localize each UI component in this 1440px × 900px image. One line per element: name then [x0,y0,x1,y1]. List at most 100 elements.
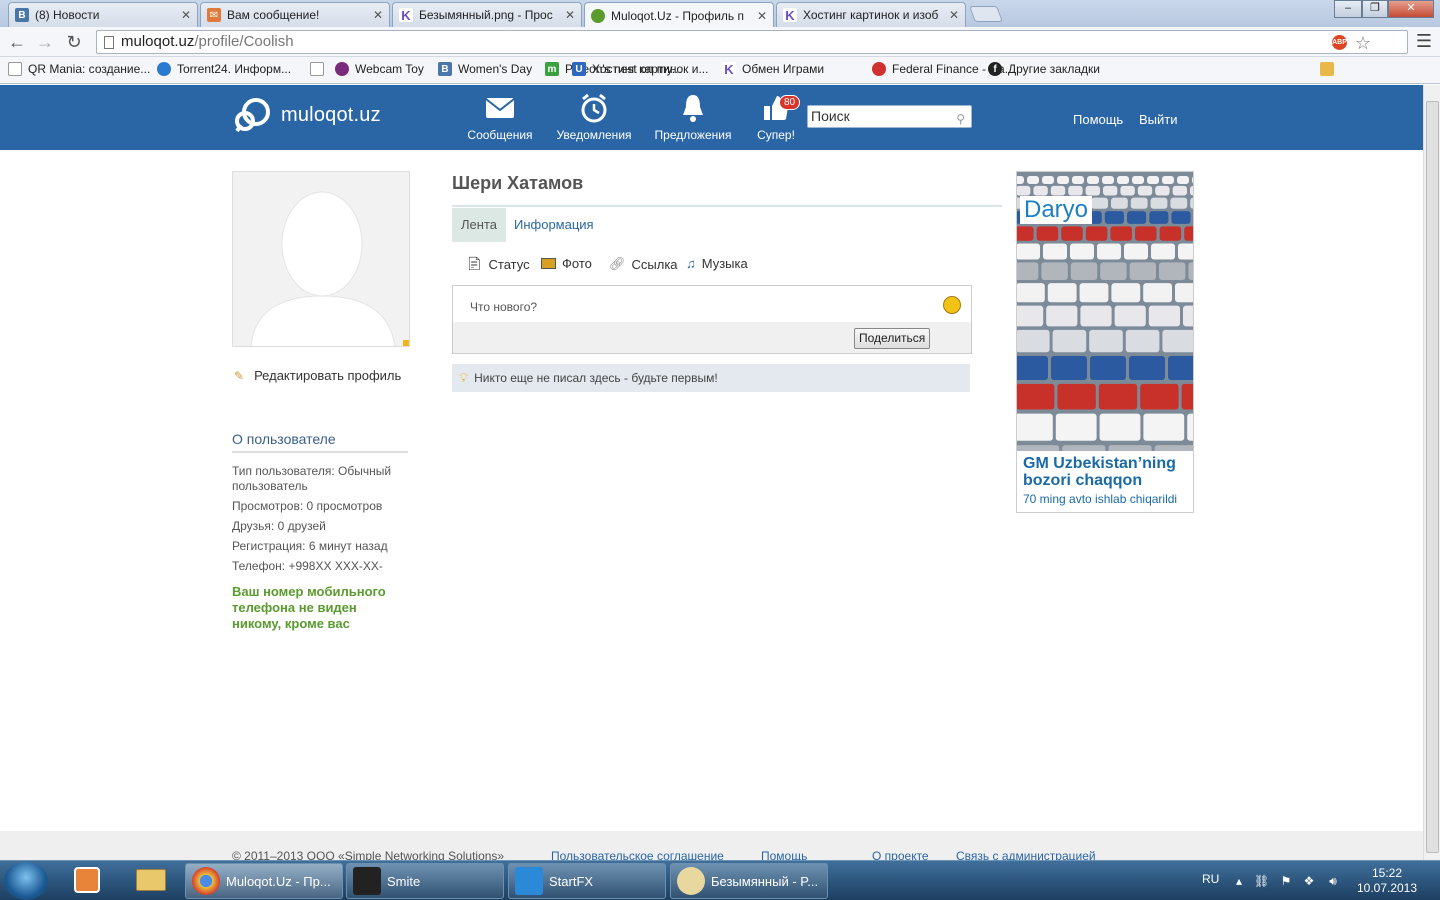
alarm-clock-icon [581,93,607,123]
bookmark[interactable]: f Другие закладки [988,62,1100,76]
minimize-button[interactable]: – [1334,0,1362,18]
car-shape [1137,185,1153,196]
car-shape [1055,413,1097,441]
close-window-button[interactable]: ✕ [1388,0,1434,18]
action-center-icon[interactable]: ⚑ [1279,874,1293,888]
back-arrow-icon[interactable]: ← [6,31,28,53]
car-shape [1062,445,1106,451]
start-button[interactable] [4,862,48,900]
edit-profile-link[interactable]: ✎ Редактировать профиль [234,368,401,383]
network-tray-icon[interactable]: ⛓ [1254,874,1269,888]
footer-link-about[interactable]: О проекте [872,849,929,860]
car-shape [1103,185,1118,196]
nav-super[interactable]: 80 Супер! [752,93,801,142]
help-link[interactable]: Помощь [1073,112,1123,127]
car-shape [1159,262,1186,280]
forward-arrow-icon[interactable]: → [34,31,56,53]
avatar[interactable] [232,171,410,347]
search-input[interactable]: Поиск ⚲ [807,105,972,128]
taskbar-item-paint[interactable]: Безымянный - P... [670,863,828,899]
post-type-photo[interactable]: Фото [541,256,592,271]
composer-footer: Поделиться [453,322,971,353]
volume-icon[interactable]: 🔊︎ [1326,874,1340,888]
adblock-icon[interactable]: ABP [1332,35,1347,50]
menu-icon[interactable]: ☰ [1416,32,1432,50]
browser-tab-active[interactable]: Muloqot.Uz - Профиль п ✕ [584,2,774,28]
maximize-button[interactable]: ❐ [1362,0,1388,18]
car-shape [1068,185,1083,196]
taskbar-item-startfx[interactable]: StartFX [508,863,666,899]
bookmark[interactable] [310,62,330,76]
browser-tab[interactable]: ✉ Вам сообщение! ✕ [200,2,390,27]
system-clock[interactable]: 15:22 10.07.2013 [1356,866,1418,896]
footer-link-help[interactable]: Помощь [761,849,807,860]
car-shape [1043,243,1067,260]
show-hidden-icons-arrow[interactable]: ▴ [1232,874,1246,888]
other-bookmarks[interactable] [1320,62,1340,76]
scrollbar-thumb[interactable] [1426,101,1439,853]
taskbar-item-chrome[interactable]: Muloqot.Uz - Пр... [185,863,343,899]
explorer-folder-icon[interactable] [126,863,176,899]
footer-link-terms[interactable]: Пользовательское соглашение [551,849,724,860]
car-shape [1111,283,1141,303]
bookmark-star-icon[interactable]: ☆ [1355,32,1371,54]
car-shape [1087,176,1099,184]
bookmark[interactable]: Torrent24. Информ... [157,62,291,76]
media-player-icon[interactable] [62,863,112,899]
dropbox-icon[interactable]: ❖ [1302,874,1316,888]
post-type-music[interactable]: ♫ Музыка [686,256,748,271]
webcam-icon [335,62,349,76]
nav-messages[interactable]: Сообщения [462,93,538,142]
site-footer: © 2011–2013 ООО «Simple Networking Solut… [0,831,1423,860]
browser-tab[interactable]: В (8) Новости ✕ [8,2,198,27]
bookmark[interactable]: K Обмен Играми [722,62,824,77]
task-label: Muloqot.Uz - Пр... [226,873,331,889]
vertical-scrollbar[interactable] [1423,85,1440,860]
logout-link[interactable]: Выйти [1139,112,1178,127]
car-shape [1027,176,1039,184]
nav-suggestions[interactable]: Предложения [650,93,736,142]
tab-feed[interactable]: Лента [452,208,506,242]
post-type-status[interactable]: 📄︎ Статус [466,256,530,272]
tab-info[interactable]: Информация [505,208,603,242]
smiley-icon[interactable] [943,296,961,314]
address-bar[interactable]: muloqot.uz/profile/Coolish ABP ☆ [96,30,1408,54]
task-label: StartFX [549,873,594,889]
u-icon: U [572,62,586,76]
car-shape [1149,211,1169,224]
paint-icon [677,867,705,895]
car-shape [1097,243,1121,260]
startfx-icon [515,867,543,895]
nav-notifications[interactable]: Уведомления [550,93,638,142]
share-button[interactable]: Поделиться [854,328,931,349]
close-icon[interactable]: ✕ [181,8,191,22]
reload-icon[interactable]: ↻ [63,31,85,53]
bookmark[interactable]: U Хостинг картинок и... [572,62,708,76]
car-shape [1150,197,1168,209]
close-icon[interactable]: ✕ [565,8,575,22]
search-icon[interactable]: ⚲ [956,109,965,130]
folder-icon [1320,62,1334,76]
car-shape [1017,329,1050,353]
bookmark-label: Хостинг картинок и... [592,62,709,76]
close-icon[interactable]: ✕ [949,8,959,22]
browser-tab[interactable]: K Хостинг картинок и изоб ✕ [776,2,966,27]
ad-headline: GM Uzbekistan’ning bozori chaqqon [1023,455,1176,489]
close-icon[interactable]: ✕ [373,8,383,22]
bookmark[interactable]: QR Mania: создание... [8,62,150,76]
site-logo[interactable]: muloqot.uz [233,95,381,135]
post-type-link[interactable]: 🔗︎ Ссылка [609,256,678,272]
footer-link-contact[interactable]: Связь с администрацией [956,849,1096,860]
post-composer[interactable]: Что нового? Поделиться [452,285,972,354]
k-icon: K [722,62,736,77]
new-tab-button[interactable] [969,6,1003,22]
bookmark[interactable]: B Women's Day [438,62,532,76]
taskbar-item-smite[interactable]: Smite [346,863,504,899]
bookmark[interactable]: Webcam Toy [335,62,424,76]
browser-tab[interactable]: K Безымянный.png - Прос ✕ [392,2,582,27]
language-indicator[interactable]: RU [1202,872,1219,886]
chat-bubble-logo-icon [235,98,270,133]
advertisement-banner[interactable]: Daryo GM Uzbekistan’ning bozori chaqqon … [1016,171,1194,513]
close-icon[interactable]: ✕ [757,9,767,23]
car-shape [1111,197,1128,209]
